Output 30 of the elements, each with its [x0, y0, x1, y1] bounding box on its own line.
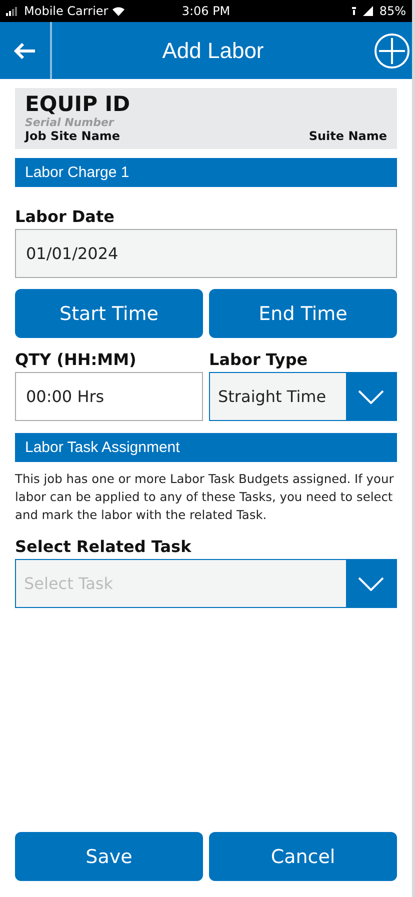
time-button[interactable]: Start Time	[15, 289, 203, 338]
serial-number: Serial Number	[25, 116, 116, 129]
battery-percent: 85%	[379, 4, 406, 18]
suite-name: Suite Name	[308, 129, 387, 143]
equipment-id: EQUIP ID	[25, 92, 132, 116]
section-header: Labor Charge 1	[15, 158, 397, 187]
date-field[interactable]: 01/01/2024	[15, 229, 397, 278]
field-label: Labor Type	[209, 350, 309, 369]
quantity-field[interactable]: 00:00 Hrs	[15, 372, 203, 421]
section-header: Labor Task Assignment	[15, 433, 397, 462]
back-arrow-icon	[14, 42, 36, 58]
chevron-down-icon	[358, 390, 384, 404]
chevron-down-icon	[358, 576, 384, 590]
signal-icon	[6, 6, 20, 16]
job-site-name: Job Site Name	[25, 129, 120, 143]
field-label: Labor Date	[15, 207, 116, 226]
labor-type-dropdown[interactable]: Straight Time	[209, 372, 397, 421]
field-label: QTY (HH:MM)	[15, 350, 138, 369]
field-label: Select Related Task	[15, 537, 192, 556]
task-description: This job has one or more Labor Task Budgets assigned. If your labor can be applied to any of these Tasks, you need to select and mark the labor with the related Task.	[15, 471, 395, 524]
page-title: Add Labor	[161, 38, 265, 64]
time-button[interactable]: End Time	[209, 289, 397, 338]
cancel-button[interactable]: Cancel	[209, 832, 397, 881]
clock-time: 3:06 PM	[182, 4, 230, 18]
plus-circle-icon	[374, 32, 410, 68]
save-button[interactable]: Save	[15, 832, 203, 881]
cellular-icon	[351, 6, 376, 16]
carrier-name: Mobile Carrier	[24, 4, 108, 18]
add-button[interactable]	[374, 32, 412, 68]
wifi-icon	[112, 6, 126, 16]
